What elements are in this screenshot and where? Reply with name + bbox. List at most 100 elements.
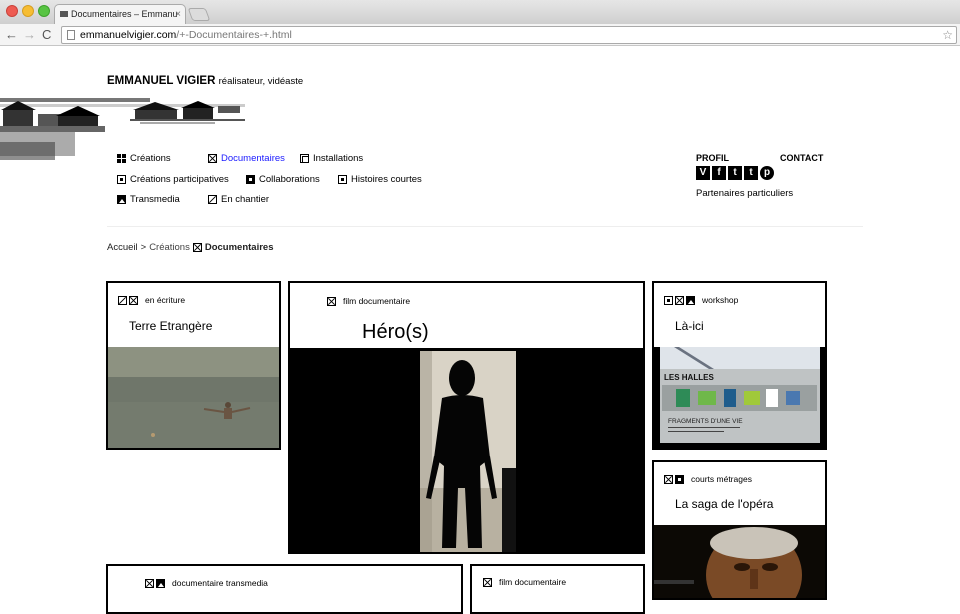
twitter-icon[interactable]: t [728,166,742,180]
breadcrumb-separator: > [140,242,147,253]
card-thumbnail [108,347,279,448]
address-bar[interactable]: emmanuelvigier.com/+-Documentaires-+.htm… [61,26,957,44]
filled-square-icon [675,474,684,484]
filled-square-icon [246,175,255,184]
social-links: V f t t p [696,166,774,180]
menu-item-installations[interactable]: Installations [300,153,363,164]
menu-item-documentaires[interactable]: Documentaires [208,153,285,164]
reload-icon[interactable]: C [42,26,51,44]
dot-square-icon [664,295,673,305]
grid-icon [117,154,126,163]
card-tag-label: courts métrages [691,474,752,484]
project-card-la-ici[interactable]: workshop Là-ici LES HALLES FRAGMENTS D'U… [652,281,827,450]
breadcrumb: Accueil > Créations Documentaires [107,242,274,253]
card-title: Terre Etrangère [129,319,213,333]
project-card-documentaire-transmedia[interactable]: documentaire transmedia [106,564,463,614]
partners-link[interactable]: Partenaires particuliers [696,188,793,199]
forward-arrow-icon[interactable]: → [23,26,36,44]
mountain-icon [156,578,165,588]
crossed-square-icon [129,295,138,305]
browser-tab[interactable]: Documentaires – Emmanu × [54,4,186,24]
card-tag-label: film documentaire [499,577,567,587]
crossed-square-icon [664,474,673,484]
vimeo-icon[interactable]: V [696,166,710,180]
dot-square-icon [338,175,347,184]
menu-item-en-chantier[interactable]: En chantier [208,194,269,205]
card-tag-label: en écriture [145,295,186,305]
card-tags: workshop [664,295,738,305]
project-card-la-saga-de-lopera[interactable]: courts métrages La saga de l'opéra [652,460,827,600]
menu-item-creations[interactable]: Créations [117,153,171,164]
crossed-square-icon [483,577,492,587]
menu-item-transmedia[interactable]: Transmedia [117,194,180,205]
url-host: emmanuelvigier.com [80,29,177,41]
breadcrumb-section[interactable]: Créations [149,242,190,253]
site-tagline: réalisateur, vidéaste [218,76,304,87]
browser-tabstrip: Documentaires – Emmanu × [0,0,960,24]
facebook-icon[interactable]: f [712,166,726,180]
card-tag-label: film documentaire [343,296,411,306]
menu-label: Créations [130,153,171,164]
poster-subtitle: FRAGMENTS D'UNE VIE [668,418,743,425]
card-tags: film documentaire [483,577,566,587]
menu-label: Transmedia [130,194,180,205]
old-man-portrait-image [654,525,825,598]
card-tags: courts métrages [664,474,752,484]
breadcrumb-current: Documentaires [204,242,274,253]
back-arrow-icon[interactable]: ← [5,26,18,44]
menu-label: Installations [313,153,364,164]
crossed-square-icon [192,243,202,252]
slash-square-icon [118,295,127,305]
bookmark-star-icon[interactable]: ☆ [942,27,953,43]
tab-close-icon[interactable]: × [175,5,181,24]
breadcrumb-home[interactable]: Accueil [107,242,138,253]
card-title: Là-ici [675,319,704,333]
maximize-window-button[interactable] [38,5,50,17]
doorway-silhouette-image [290,348,643,552]
project-card-film-documentaire[interactable]: film documentaire [470,564,645,614]
menu-item-collaborations[interactable]: Collaborations [246,174,320,185]
new-tab-button[interactable] [187,8,211,21]
site-title[interactable]: EMMANUEL VIGIER réalisateur, vidéaste [107,75,303,87]
site-name: EMMANUEL VIGIER [107,75,216,87]
card-tags: film documentaire [327,296,410,306]
mountain-icon [117,195,126,204]
card-thumbnail [654,525,825,598]
browser-toolbar: ← → C emmanuelvigier.com/+-Documentaires… [0,24,960,46]
menu-label: Histoires courtes [351,174,422,185]
crossed-square-icon [208,154,217,163]
crossed-square-icon [145,578,154,588]
menu-label: Créations participatives [130,174,229,185]
project-card-heros[interactable]: film documentaire Héro(s) [288,281,645,554]
menu-label: En chantier [221,194,270,205]
card-title: Héro(s) [362,321,429,343]
profil-link[interactable]: PROFIL [696,153,729,163]
minimize-window-button[interactable] [22,5,34,17]
pinterest-icon[interactable]: p [760,166,774,180]
page-icon [67,30,75,40]
poster-title: LES HALLES [664,373,714,382]
contact-link[interactable]: CONTACT [780,153,823,163]
card-tags: en écriture [118,295,185,305]
card-title: La saga de l'opéra [675,497,774,511]
close-window-button[interactable] [6,5,18,17]
project-card-terre-etrangere[interactable]: en écriture Terre Etrangère [106,281,281,450]
tumblr-icon[interactable]: t [744,166,758,180]
les-halles-poster-image: LES HALLES FRAGMENTS D'UNE VIE [654,347,825,448]
card-thumbnail [290,348,643,552]
card-thumbnail: LES HALLES FRAGMENTS D'UNE VIE [654,347,825,448]
inner-square-icon [300,154,309,163]
card-tags: documentaire transmedia [145,578,268,588]
slash-square-icon [208,195,217,204]
menu-item-creations-participatives[interactable]: Créations participatives [117,174,229,185]
dot-square-icon [117,175,126,184]
card-tag-label: workshop [702,295,739,305]
crossed-square-icon [675,295,684,305]
menu-label: Documentaires [221,153,285,164]
url-path: /+-Documentaires-+.html [176,29,292,41]
mountain-icon [686,295,695,305]
tab-title: Documentaires – Emmanu [71,9,178,19]
menu-item-histoires-courtes[interactable]: Histoires courtes [338,174,422,185]
favicon-icon [60,11,68,17]
menu-label: Collaborations [259,174,320,185]
